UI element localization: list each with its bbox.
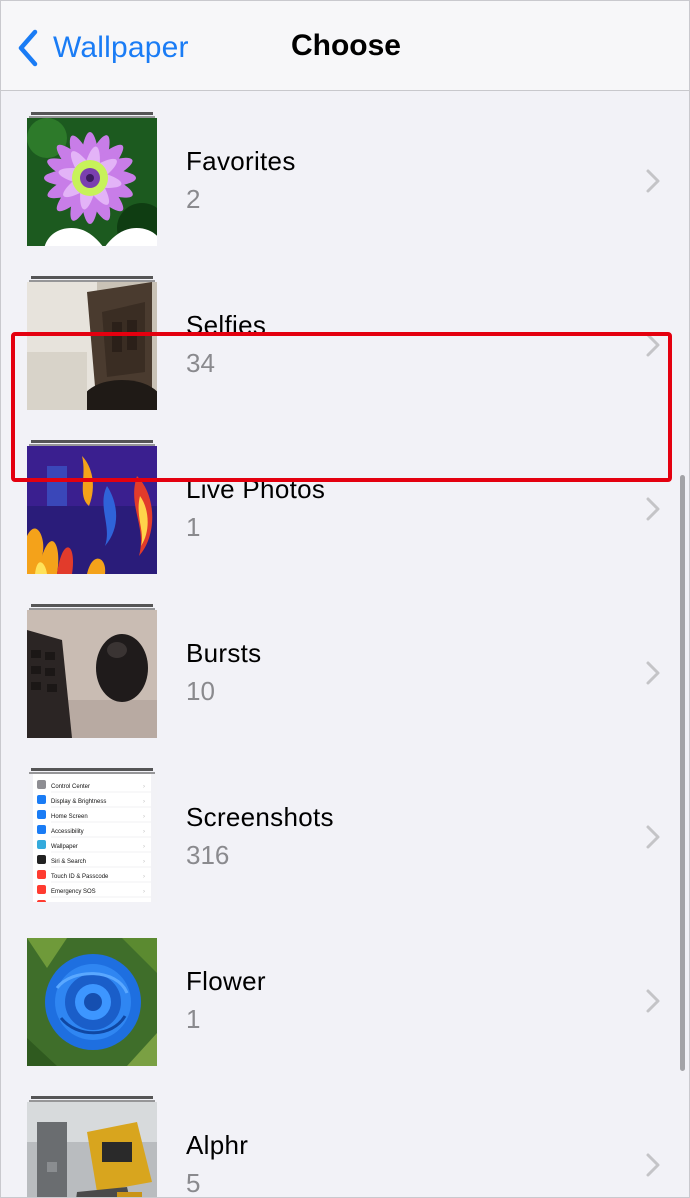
album-count: 10 <box>186 676 215 706</box>
chevron-right-icon <box>646 825 660 849</box>
thermal-thumbnail-image <box>27 446 157 574</box>
settings-row-label: Siri & Search <box>51 859 86 865</box>
settings-row-icon <box>37 780 46 789</box>
settings-row-icon <box>37 885 46 894</box>
album-count: 316 <box>186 840 230 870</box>
album-name: Bursts <box>186 638 262 668</box>
settings-row-icon <box>37 840 46 849</box>
settings-row-chevron-icon: › <box>143 829 145 835</box>
settings-row-label: Control Center <box>51 784 90 790</box>
album-thumbnail <box>27 932 157 1066</box>
album-count: 5 <box>186 1168 201 1198</box>
page-title: Choose <box>290 29 401 62</box>
keyboard-thumbnail-image <box>27 610 157 738</box>
chevron-right-icon <box>646 333 660 357</box>
album-row-alphr[interactable]: Alphr 5 <box>1 1076 689 1198</box>
robot-thumbnail-image <box>27 1102 157 1197</box>
heart-icon <box>44 228 157 246</box>
settings-row-chevron-icon: › <box>143 874 145 880</box>
album-count: 2 <box>186 184 201 214</box>
settings-row-chevron-icon: › <box>143 799 145 805</box>
album-row-screenshots[interactable]: Control Center › Display & Brightness › Home… <box>1 748 689 912</box>
album-row-live-photos[interactable]: Live Photos 1 <box>1 420 689 584</box>
album-thumbnail: Control Center › Display & Brightness › Home… <box>27 768 157 902</box>
settings-row-icon <box>37 825 46 834</box>
album-name: Live Photos <box>186 474 326 504</box>
settings-row-chevron-icon: › <box>143 889 145 895</box>
album-thumbnail <box>27 276 157 410</box>
album-name: Flower <box>186 966 266 996</box>
album-thumbnail <box>27 112 157 246</box>
settings-row-chevron-icon: › <box>143 784 145 790</box>
album-count: 34 <box>186 348 215 378</box>
settings-thumbnail-image: Control Center › Display & Brightness › Home… <box>27 774 157 902</box>
album-thumbnail <box>27 440 157 574</box>
album-row-favorites[interactable]: Favorites 2 <box>1 92 689 256</box>
album-name: Screenshots <box>186 802 334 832</box>
settings-row-icon <box>37 810 46 819</box>
settings-row-icon <box>37 870 46 879</box>
album-thumbnail <box>27 604 157 738</box>
album-name: Selfies <box>186 310 267 340</box>
settings-row-chevron-icon: › <box>143 859 145 865</box>
album-count: 1 <box>186 512 201 542</box>
album-thumbnail <box>27 1096 157 1197</box>
album-row-selfies[interactable]: Selfies 34 <box>1 256 689 420</box>
settings-row-label: Touch ID & Passcode <box>51 874 109 880</box>
blue-rose-thumbnail-image <box>27 938 157 1066</box>
album-row-bursts[interactable]: Bursts 10 <box>1 584 689 748</box>
stack-edge <box>31 440 153 443</box>
chevron-right-icon <box>646 497 660 521</box>
settings-row-label: Display & Brightness <box>51 799 106 805</box>
stack-edge <box>31 604 153 607</box>
door-thumbnail-image <box>27 282 157 410</box>
settings-row-label: Wallpaper <box>51 844 78 850</box>
stack-edge <box>31 112 153 115</box>
dahlia-thumbnail-image <box>27 118 157 246</box>
settings-row-chevron-icon: › <box>143 814 145 820</box>
settings-row-icon <box>37 855 46 864</box>
settings-row-label: Accessibility <box>51 829 84 835</box>
chevron-right-icon <box>646 169 660 193</box>
settings-row-chevron-icon: › <box>143 844 145 850</box>
chevron-right-icon <box>646 661 660 685</box>
wallpaper-choose-screen: Wallpaper Choose Favorites 2 Selfies 34 … <box>0 0 690 1198</box>
album-count: 1 <box>186 1004 201 1034</box>
album-list: Favorites 2 Selfies 34 Live Photos 1 Bur… <box>1 92 689 1198</box>
vertical-scrollbar[interactable] <box>680 475 685 1071</box>
stack-edge <box>31 1096 153 1099</box>
album-row-flower[interactable]: Flower 1 <box>1 912 689 1076</box>
album-name: Favorites <box>186 146 296 176</box>
chevron-right-icon <box>646 989 660 1013</box>
settings-row-label: Home Screen <box>51 814 88 820</box>
stack-edge <box>31 768 153 771</box>
album-name: Alphr <box>186 1130 249 1160</box>
settings-row-label: Emergency SOS <box>51 889 96 895</box>
navigation-bar: Wallpaper Choose <box>1 1 689 91</box>
settings-row-icon <box>37 795 46 804</box>
chevron-right-icon <box>646 1153 660 1177</box>
stack-edge <box>31 276 153 279</box>
settings-row-icon <box>37 900 46 902</box>
